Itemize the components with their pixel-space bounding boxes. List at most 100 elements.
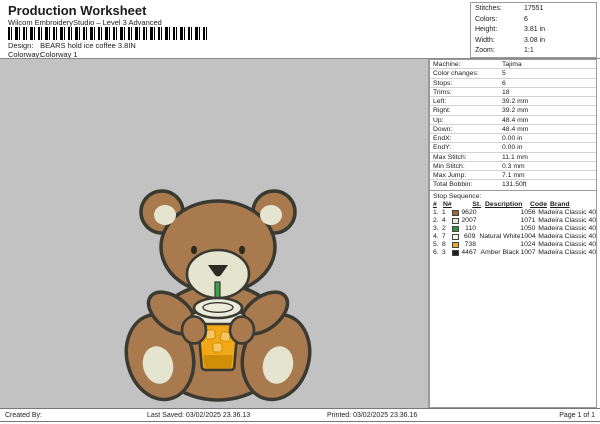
stop-sequence-row: 6. 3 4467 Amber Black 1007 Madeira Class… — [430, 249, 596, 257]
machine-label: Right: — [430, 106, 502, 114]
bear-left-inner-ear — [154, 205, 176, 225]
app-version-line: Wilcom EmbroideryStudio – Level 3 Advanc… — [8, 18, 162, 27]
design-summary-box: Stitches: 17551 Colors: 6 Height: 3.81 i… — [470, 2, 597, 58]
col-header-num: # — [430, 201, 443, 209]
summary-label: Height: — [471, 25, 524, 36]
printed-timestamp: Printed: 03/02/2025 23.36.16 — [327, 409, 417, 422]
machine-value: 39.2 mm — [502, 97, 528, 105]
machine-value: 48.4 mm — [502, 125, 528, 133]
summary-label: Zoom: — [471, 46, 524, 57]
machine-label: Machine: — [430, 60, 502, 68]
machine-row: Trims:18 — [430, 88, 596, 97]
machine-value: 0.00 in — [502, 143, 522, 151]
bear-right-eye — [239, 246, 245, 254]
machine-value: 131.50ft — [502, 180, 527, 189]
machine-value: 48.4 mm — [502, 116, 528, 124]
ice-cube — [213, 343, 222, 352]
machine-label: EndY: — [430, 143, 502, 151]
summary-row-width: Width: 3.08 in — [471, 36, 596, 47]
summary-label: Stitches: — [471, 4, 524, 15]
machine-label: Max Jump: — [430, 171, 502, 179]
machine-row: EndY:0.00 in — [430, 143, 596, 152]
machine-row: Min Stitch:0.3 mm — [430, 162, 596, 171]
stop-sequence-row: 5. 8 738 1024 Madeira Classic 40 — [430, 241, 596, 249]
machine-row: Machine:Tajima — [430, 60, 596, 69]
machine-value: 0.3 mm — [502, 162, 525, 170]
production-worksheet-page: Production Worksheet Wilcom EmbroiderySt… — [0, 0, 600, 424]
machine-value: 6 — [502, 79, 506, 87]
machine-label: Color changes: — [430, 69, 502, 77]
machine-row: Color changes:5 — [430, 69, 596, 78]
summary-label: Width: — [471, 36, 524, 47]
machine-row: Max Stitch:11.1 mm — [430, 153, 596, 162]
bear-left-eye — [191, 246, 197, 254]
machine-label: Total Bobbin: — [430, 180, 502, 189]
machine-value: 18 — [502, 88, 510, 96]
machine-info-box: Machine:Tajima Color changes:5 Stops:6 T… — [429, 59, 597, 191]
cup-lid-top — [194, 298, 242, 318]
machine-row: Stops:6 — [430, 79, 596, 88]
stop-sequence-row: 2. 4 2007 1071 Madeira Classic 40 — [430, 217, 596, 225]
col-header-stitch: St. — [465, 201, 483, 209]
summary-value: 3.08 in — [524, 36, 545, 47]
col-header-brand: Brand — [550, 201, 596, 209]
thread-color-swatch — [452, 242, 459, 248]
machine-row: Left:39.2 mm — [430, 97, 596, 106]
thread-color-swatch — [452, 226, 459, 232]
design-name: BEARS hold ice coffee 3.8IN — [40, 41, 136, 50]
col-header-needle: N# — [443, 201, 454, 209]
machine-row: Up:48.4 mm — [430, 116, 596, 125]
bear-left-paw — [182, 317, 206, 344]
bear-right-inner-ear — [260, 205, 282, 225]
machine-row: EndX:0.00 in — [430, 134, 596, 143]
summary-row-height: Height: 3.81 in — [471, 25, 596, 36]
design-row: Design: BEARS hold ice coffee 3.8IN — [8, 41, 136, 50]
summary-row-zoom: Zoom: 1:1 — [471, 46, 596, 57]
machine-row: Max Jump:7.1 mm — [430, 171, 596, 180]
machine-label: Up: — [430, 116, 502, 124]
summary-label: Colors: — [471, 15, 524, 26]
summary-row-stitches: Stitches: 17551 — [471, 4, 596, 15]
machine-value: Tajima — [502, 60, 522, 68]
summary-value: 6 — [524, 15, 528, 26]
bear-design-image — [118, 179, 318, 409]
stop-sequence-row: 3. 2 110 1050 Madeira Classic 40 — [430, 225, 596, 233]
machine-label: Max Stitch: — [430, 153, 502, 161]
page-title: Production Worksheet — [8, 3, 146, 18]
summary-value: 3.81 in — [524, 25, 545, 36]
col-header-code: Code — [530, 201, 550, 209]
machine-value: 0.00 in — [502, 134, 522, 142]
machine-label: Trims: — [430, 88, 502, 96]
summary-row-colors: Colors: 6 — [471, 15, 596, 26]
machine-row: Right:39.2 mm — [430, 106, 596, 115]
machine-value: 39.2 mm — [502, 106, 528, 114]
machine-value: 7.1 mm — [502, 171, 525, 179]
barcode-image — [8, 27, 210, 40]
machine-label: Stops: — [430, 79, 502, 87]
machine-label: Left: — [430, 97, 502, 105]
stop-sequence-box: Stop Sequence: # N# St. Description Code… — [429, 191, 597, 408]
design-canvas — [0, 59, 429, 408]
drink-bottom-band — [204, 355, 233, 369]
machine-row: Down:48.4 mm — [430, 125, 596, 134]
stop-sequence-row: 4. 7 609 Natural White 1004 Madeira Clas… — [430, 233, 596, 241]
summary-value: 1:1 — [524, 46, 534, 57]
machine-label: Down: — [430, 125, 502, 133]
stop-sequence-row: 1. 1 9620 1056 Madeira Classic 40 — [430, 209, 596, 217]
design-label: Design: — [8, 41, 38, 50]
machine-value: 11.1 mm — [502, 153, 528, 161]
thread-color-swatch — [452, 250, 459, 256]
created-by-label: Created By: — [5, 409, 42, 422]
page-footer: Created By: Last Saved: 03/02/2025 23.36… — [0, 408, 600, 422]
thread-color-swatch — [452, 210, 459, 216]
machine-label: Min Stitch: — [430, 162, 502, 170]
stop-sequence-header: # N# St. Description Code Brand — [430, 201, 596, 209]
stop-sequence-title: Stop Sequence: — [430, 191, 596, 201]
machine-label: EndX: — [430, 134, 502, 142]
bear-right-paw — [230, 317, 254, 344]
machine-row: Total Bobbin:131.50ft — [430, 180, 596, 189]
machine-value: 5 — [502, 69, 506, 77]
summary-value: 17551 — [524, 4, 543, 15]
page-number: Page 1 of 1 — [559, 409, 595, 422]
last-saved-timestamp: Last Saved: 03/02/2025 23.36.13 — [147, 409, 250, 422]
